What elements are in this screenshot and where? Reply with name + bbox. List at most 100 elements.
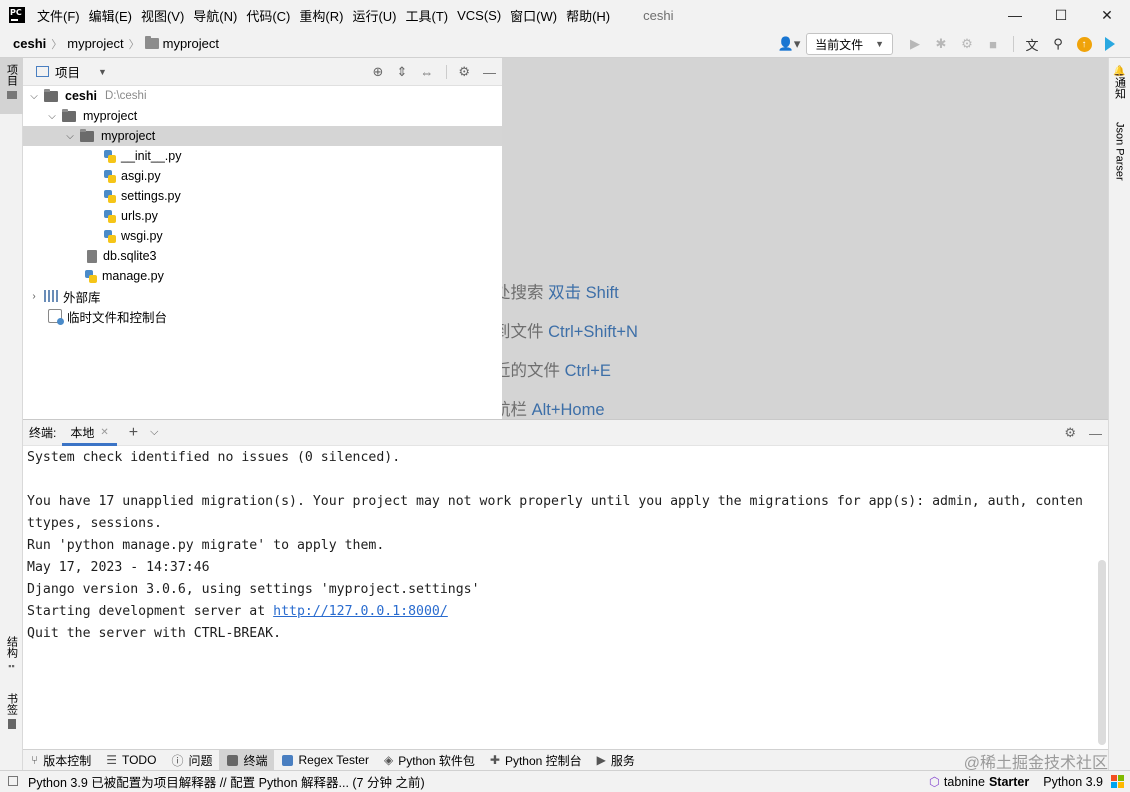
collapse-all-icon[interactable]: ⇔ xyxy=(420,65,433,80)
status-toggle-icon[interactable] xyxy=(8,776,18,786)
tree-item-myproject[interactable]: ⌵ myproject xyxy=(46,106,137,126)
hide-icon[interactable]: — xyxy=(483,65,496,80)
menu-navigate[interactable]: 导航(N) xyxy=(193,6,237,25)
tree-item-scratches[interactable]: 临时文件和控制台 xyxy=(48,306,167,326)
menu-window[interactable]: 窗口(W) xyxy=(510,6,557,25)
close-button[interactable]: ✕ xyxy=(1084,0,1130,30)
json-parser-tool-tab[interactable]: Json Parser xyxy=(1109,122,1130,181)
status-bar: Python 3.9 已被配置为项目解释器 // 配置 Python 解释器..… xyxy=(0,770,1130,791)
folder-icon xyxy=(144,36,159,49)
stop-icon[interactable]: ■ xyxy=(981,32,1005,56)
tab-label: TODO xyxy=(121,753,157,767)
tree-item-external-libraries[interactable]: › 外部库 xyxy=(28,286,101,306)
coverage-icon[interactable]: ⚙ xyxy=(955,32,979,56)
search-icon[interactable]: ⚲ xyxy=(1046,32,1070,56)
interpreter-selector[interactable]: Python 3.9 xyxy=(1043,775,1103,789)
minimize-button[interactable]: — xyxy=(992,0,1038,30)
tree-item-wsgi-py[interactable]: wsgi.py xyxy=(104,226,163,246)
tree-item-myproject-package[interactable]: ⌵ myproject xyxy=(23,126,502,146)
run-icon[interactable]: ▶ xyxy=(903,32,927,56)
translate-icon[interactable]: 文 xyxy=(1020,32,1044,56)
chevron-down-icon[interactable]: ▼ xyxy=(98,67,107,77)
tab-todo[interactable]: ☰ TODO xyxy=(98,750,163,771)
tab-regex-tester[interactable]: Regex Tester xyxy=(274,750,375,771)
project-panel-title[interactable]: 项目 xyxy=(55,62,80,81)
tree-item-label: wsgi.py xyxy=(121,229,163,243)
tab-services[interactable]: ▶ 服务 xyxy=(589,750,642,771)
terminal-scrollbar[interactable] xyxy=(1098,560,1106,745)
tab-python-packages[interactable]: ◈ Python 软件包 xyxy=(376,750,482,771)
tabnine-label[interactable]: tabnine xyxy=(944,775,985,789)
expand-all-icon[interactable]: ⇕ xyxy=(396,64,407,80)
status-message[interactable]: Python 3.9 已被配置为项目解释器 // 配置 Python 解释器..… xyxy=(28,772,425,791)
tab-label: 问题 xyxy=(188,753,213,768)
terminal-line: System check identified no issues (0 sil… xyxy=(27,450,401,465)
tree-item-asgi-py[interactable]: asgi.py xyxy=(104,166,161,186)
user-account-icon[interactable]: 👤▾ xyxy=(774,32,804,56)
tree-item-label: __init__.py xyxy=(121,149,182,163)
add-icon[interactable]: + xyxy=(129,424,138,442)
tab-problems[interactable]: ⓘ 问题 xyxy=(163,750,219,771)
notifications-tool-tab[interactable]: 🔔 通知 xyxy=(1109,66,1130,99)
chevron-down-icon[interactable]: ⌵ xyxy=(150,426,158,439)
tree-item-urls-py[interactable]: urls.py xyxy=(104,206,158,226)
tab-python-console[interactable]: ✚ Python 控制台 xyxy=(482,750,589,771)
chevron-down-icon[interactable]: ⌵ xyxy=(28,91,40,102)
terminal-output[interactable]: System check identified no issues (0 sil… xyxy=(27,447,1097,645)
gear-icon[interactable]: ⚙ xyxy=(458,64,470,80)
menu-vcs[interactable]: VCS(S) xyxy=(457,8,501,23)
terminal-line: Quit the server with CTRL-BREAK. xyxy=(27,626,282,641)
chevron-right-icon[interactable]: › xyxy=(28,291,40,302)
tab-label: 服务 xyxy=(610,753,635,768)
breadcrumb-root[interactable]: ceshi xyxy=(13,36,46,51)
gear-icon[interactable]: ⚙ xyxy=(1064,425,1076,441)
hint-text: 近的文件 xyxy=(502,362,560,380)
toolbox-icon[interactable] xyxy=(1098,32,1122,56)
run-config-select[interactable]: 当前文件 ▼ xyxy=(806,33,893,55)
chevron-down-icon[interactable]: ⌵ xyxy=(46,111,58,122)
folder-icon xyxy=(6,91,17,99)
bookmarks-tool-tab[interactable]: 书签 xyxy=(0,693,23,743)
menu-help[interactable]: 帮助(H) xyxy=(566,6,610,25)
menu-view[interactable]: 视图(V) xyxy=(141,6,184,25)
tree-item-settings-py[interactable]: settings.py xyxy=(104,186,181,206)
debug-icon[interactable]: ✱ xyxy=(929,32,953,56)
menu-tools[interactable]: 工具(T) xyxy=(405,6,448,25)
terminal-tab-local[interactable]: 本地 ✕ xyxy=(62,420,118,446)
maximize-button[interactable]: ☐ xyxy=(1038,0,1084,30)
project-tool-tab[interactable]: 项目 xyxy=(0,58,23,114)
menu-edit[interactable]: 编辑(E) xyxy=(89,6,132,25)
services-icon: ▶ xyxy=(596,753,606,767)
editor-area[interactable]: 处搜索 双击 Shift 到文件 Ctrl+Shift+N 近的文件 Ctrl+… xyxy=(502,58,1108,419)
tree-item-db-sqlite3[interactable]: db.sqlite3 xyxy=(87,246,157,266)
project-view-icon xyxy=(36,66,49,77)
breadcrumb-folder[interactable]: myproject xyxy=(67,36,123,51)
tree-item-label: myproject xyxy=(83,109,138,123)
tree-item-init-py[interactable]: __init__.py xyxy=(104,146,181,166)
project-tool-label: 项目 xyxy=(5,64,18,86)
tab-version-control[interactable]: ⑂ 版本控制 xyxy=(23,750,98,771)
terminal-panel: 终端: 本地 ✕ + ⌵ ⚙ — System check identified… xyxy=(23,419,1108,749)
python-file-icon xyxy=(104,149,116,163)
hide-icon[interactable]: — xyxy=(1089,426,1102,441)
terminal-line: ttypes, sessions. xyxy=(27,516,162,531)
tree-item-manage-py[interactable]: manage.py xyxy=(85,266,164,286)
python-file-icon xyxy=(104,229,116,243)
chevron-down-icon[interactable]: ⌵ xyxy=(64,131,76,142)
tab-label: 版本控制 xyxy=(43,753,92,768)
update-icon[interactable]: ↑ xyxy=(1072,32,1096,56)
tree-item-ceshi[interactable]: ⌵ ceshi D:\ceshi xyxy=(28,86,147,106)
structure-tool-tab[interactable]: 结构 ▪▪ xyxy=(0,636,23,686)
locate-icon[interactable]: ⊕ xyxy=(373,64,384,80)
server-url-link[interactable]: http://127.0.0.1:8000/ xyxy=(273,604,448,619)
menu-code[interactable]: 代码(C) xyxy=(246,6,290,25)
bookmark-icon xyxy=(7,719,16,729)
breadcrumb-package[interactable]: myproject xyxy=(163,36,219,51)
python-file-icon xyxy=(104,189,116,203)
menu-refactor[interactable]: 重构(R) xyxy=(299,6,343,25)
close-icon[interactable]: ✕ xyxy=(100,427,108,438)
menu-file[interactable]: 文件(F) xyxy=(37,6,80,25)
tab-terminal[interactable]: 终端 xyxy=(219,749,275,771)
menu-run[interactable]: 运行(U) xyxy=(352,6,396,25)
